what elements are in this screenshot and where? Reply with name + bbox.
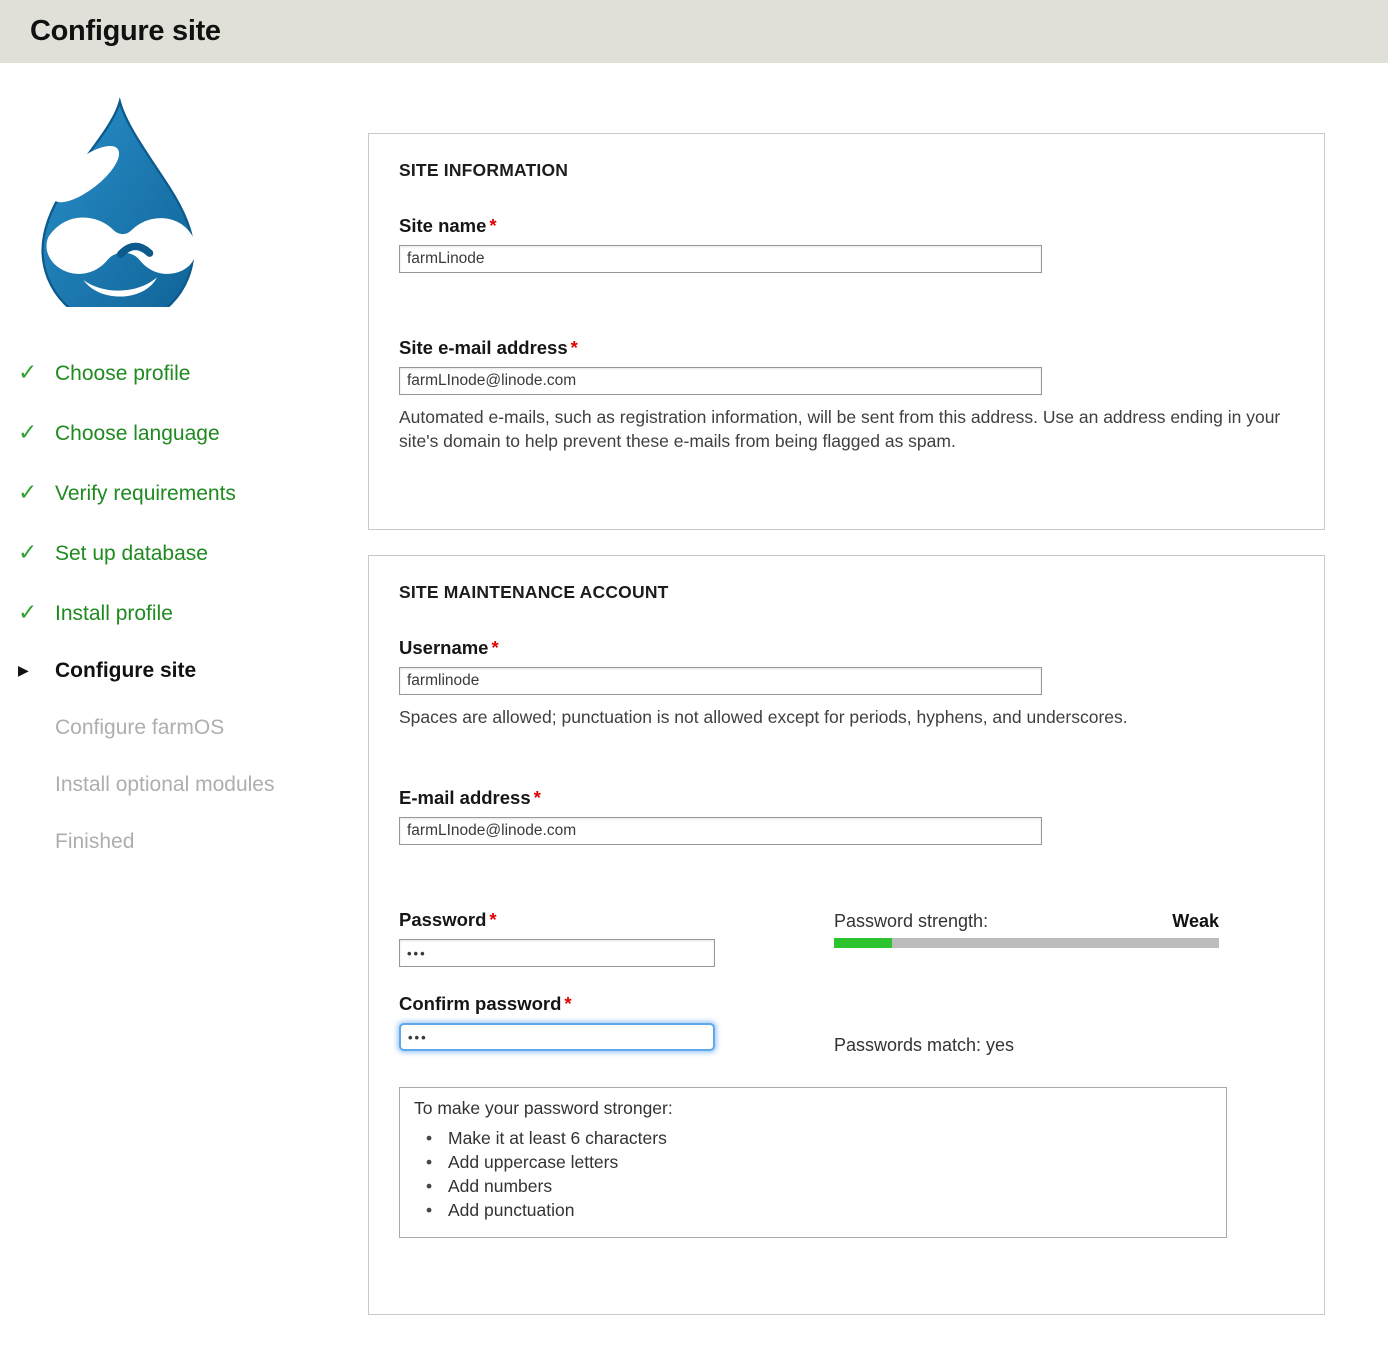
page-header: Configure site (0, 0, 1388, 63)
step-label: Choose profile (55, 362, 190, 386)
password-label: Password (399, 909, 486, 930)
step-choose-profile: ✓ Choose profile (18, 359, 368, 386)
password-tips-list: Make it at least 6 characters Add upperc… (414, 1127, 1212, 1223)
password-tip: Make it at least 6 characters (414, 1127, 1212, 1151)
site-information-legend: SITE INFORMATION (399, 160, 1294, 181)
username-help: Spaces are allowed; punctuation is not a… (399, 705, 1304, 729)
drupal-logo (24, 97, 210, 307)
active-step-arrow-icon: ▶ (18, 662, 55, 679)
step-configure-site: ▶ Configure site (18, 659, 368, 683)
username-label: Username (399, 637, 488, 658)
site-email-field: Site e-mail address* Automated e-mails, … (399, 337, 1294, 453)
required-asterisk: * (564, 993, 571, 1014)
account-email-label: E-mail address (399, 787, 531, 808)
confirm-password-row: Confirm password* Passwords match: yes (399, 993, 1294, 1056)
step-label: Choose language (55, 422, 220, 446)
password-row: Password* Password strength: Weak (399, 909, 1294, 967)
step-configure-farmos: Configure farmOS (18, 716, 368, 740)
install-sidebar: ✓ Choose profile ✓ Choose language ✓ Ver… (0, 63, 368, 887)
step-label: Configure site (55, 659, 196, 683)
install-steps-list: ✓ Choose profile ✓ Choose language ✓ Ver… (18, 359, 368, 854)
confirm-password-label: Confirm password (399, 993, 561, 1014)
site-email-input[interactable] (399, 367, 1042, 395)
passwords-match-status: Passwords match: yes (834, 1035, 1219, 1056)
site-maintenance-account-legend: SITE MAINTENANCE ACCOUNT (399, 582, 1294, 603)
install-form: SITE INFORMATION Site name* Site e-mail … (368, 63, 1326, 1315)
step-install-profile: ✓ Install profile (18, 599, 368, 626)
step-label: Verify requirements (55, 482, 236, 506)
step-finished: Finished (18, 830, 368, 854)
step-choose-language: ✓ Choose language (18, 419, 368, 446)
step-verify-requirements: ✓ Verify requirements (18, 479, 368, 506)
step-label: Install optional modules (55, 773, 274, 797)
password-strength-bar-fill (834, 938, 892, 948)
password-tip: Add punctuation (414, 1199, 1212, 1223)
step-set-up-database: ✓ Set up database (18, 539, 368, 566)
password-tip: Add numbers (414, 1175, 1212, 1199)
site-maintenance-account-fieldset: SITE MAINTENANCE ACCOUNT Username* Space… (368, 555, 1325, 1315)
password-tip: Add uppercase letters (414, 1151, 1212, 1175)
check-icon: ✓ (18, 419, 55, 446)
password-input[interactable] (399, 939, 715, 967)
site-email-label: Site e-mail address (399, 337, 568, 358)
step-label: Configure farmOS (55, 716, 224, 740)
required-asterisk: * (534, 787, 541, 808)
password-strength-indicator: Password strength: Weak (834, 909, 1219, 948)
password-strength-track (834, 938, 1219, 948)
site-email-help: Automated e-mails, such as registration … (399, 405, 1304, 453)
check-icon: ✓ (18, 359, 55, 386)
username-field: Username* Spaces are allowed; punctuatio… (399, 637, 1294, 729)
password-strength-value: Weak (1172, 911, 1219, 932)
check-icon: ✓ (18, 539, 55, 566)
required-asterisk: * (491, 637, 498, 658)
site-information-fieldset: SITE INFORMATION Site name* Site e-mail … (368, 133, 1325, 530)
required-asterisk: * (571, 337, 578, 358)
check-icon: ✓ (18, 599, 55, 626)
step-label: Install profile (55, 602, 173, 626)
check-icon: ✓ (18, 479, 55, 506)
account-email-input[interactable] (399, 817, 1042, 845)
drupal-droplet-icon (24, 97, 210, 307)
password-strength-label: Password strength: (834, 911, 988, 932)
required-asterisk: * (489, 215, 496, 236)
page-title: Configure site (30, 15, 221, 48)
confirm-password-input[interactable] (399, 1023, 715, 1051)
required-asterisk: * (489, 909, 496, 930)
configure-site-page: Configure site (0, 0, 1388, 1357)
password-tips-box: To make your password stronger: Make it … (399, 1087, 1227, 1238)
step-install-optional-modules: Install optional modules (18, 773, 368, 797)
site-name-field: Site name* (399, 215, 1294, 273)
username-input[interactable] (399, 667, 1042, 695)
step-label: Finished (55, 830, 134, 854)
site-name-label: Site name (399, 215, 486, 236)
step-label: Set up database (55, 542, 208, 566)
account-email-field: E-mail address* (399, 787, 1294, 845)
site-name-input[interactable] (399, 245, 1042, 273)
password-tips-title: To make your password stronger: (414, 1098, 1212, 1119)
